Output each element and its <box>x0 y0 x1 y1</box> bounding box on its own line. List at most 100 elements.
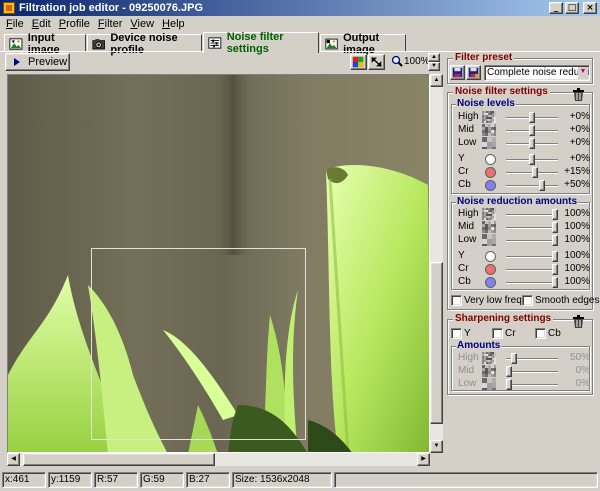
crop-rectangle[interactable] <box>91 248 306 440</box>
maximize-button[interactable]: □ <box>565 2 579 14</box>
scroll-up-arrow[interactable]: ▲ <box>430 74 443 87</box>
play-icon <box>14 58 20 66</box>
reduction-row-cr-label: Cr <box>458 263 469 274</box>
preview-button[interactable]: Preview <box>5 53 70 71</box>
sharpening-settings-title: Sharpening settings <box>453 313 554 324</box>
tab-output-image[interactable]: Output image <box>320 32 406 56</box>
trash-icon[interactable] <box>572 88 585 101</box>
preset-dropdown[interactable]: Complete noise reduction * ▼ <box>484 65 590 81</box>
noise-level-row-low-slider-thumb[interactable] <box>529 138 535 149</box>
tab-device-noise-profile[interactable]: Device noise profile <box>87 32 202 56</box>
high-noise-pattern-icon <box>482 352 496 364</box>
high-noise-pattern-icon <box>482 111 496 123</box>
very-low-freq-checkbox[interactable] <box>451 295 462 306</box>
noise-filter-settings-title: Noise filter settings <box>453 86 550 97</box>
reduction-row-cr-slider-thumb[interactable] <box>552 264 558 275</box>
reduction-row-high-label: High <box>458 208 479 219</box>
zoom-spinner[interactable]: ▲ ▼ <box>428 53 440 71</box>
sharpen-amount-row-mid: Mid 0% <box>450 365 590 378</box>
reduction-row-y-label: Y <box>458 250 465 261</box>
menu-view[interactable]: View <box>126 18 158 30</box>
reduction-row-cr-value: 100% <box>564 263 590 274</box>
sharpen-amount-row-low-slider-track[interactable] <box>506 384 558 386</box>
menu-file[interactable]: File <box>2 18 28 30</box>
zoom-level: 100% <box>404 56 430 67</box>
minimize-button[interactable]: _ <box>549 2 563 14</box>
noise-level-row-cr-value: +15% <box>564 166 590 177</box>
low-noise-pattern-icon <box>482 234 496 246</box>
noise-level-row-mid-slider-thumb[interactable] <box>529 125 535 136</box>
vertical-scrollbar[interactable]: ▲ ▼ <box>430 74 443 453</box>
sharpen-amount-row-mid-slider-track[interactable] <box>506 371 558 373</box>
color-channels-icon[interactable] <box>350 54 367 70</box>
noise-level-row-cb-slider-thumb[interactable] <box>539 180 546 191</box>
low-noise-pattern-icon <box>482 137 496 149</box>
noise-level-row-y-slider-thumb[interactable] <box>529 154 535 165</box>
save-as-preset-icon[interactable] <box>466 65 481 80</box>
reduction-row-mid: Mid 100% <box>450 221 590 234</box>
reduction-row-high-slider-thumb[interactable] <box>552 209 558 220</box>
noise-level-row-y-value: +0% <box>569 153 590 164</box>
tab-noise-filter-settings[interactable]: Noise filter settings <box>203 31 319 55</box>
reduction-row-high-value: 100% <box>564 208 590 219</box>
noise-level-row-y: Y +0% <box>450 153 590 166</box>
app-icon <box>3 2 15 14</box>
noise-level-row-cr-label: Cr <box>458 166 469 177</box>
reduction-row-high-slider-track[interactable] <box>506 214 558 216</box>
noise-level-row-high-slider-thumb[interactable] <box>529 112 535 123</box>
noise-level-row-cb: Cb +50% <box>450 179 590 192</box>
reduction-row-y-slider-track[interactable] <box>506 256 558 258</box>
chevron-down-icon[interactable]: ▼ <box>578 67 588 79</box>
noise-level-row-low: Low +0% <box>450 137 590 150</box>
zoom-up-button[interactable]: ▲ <box>428 53 440 62</box>
tab-noise-filter-settings-label: Noise filter settings <box>226 31 284 55</box>
smooth-edges-checkbox[interactable] <box>522 295 533 306</box>
sharpen-amount-row-low-slider-thumb[interactable] <box>506 379 512 390</box>
reduction-row-cb-slider-thumb[interactable] <box>552 277 558 288</box>
reduction-row-mid-slider-track[interactable] <box>506 227 558 229</box>
reduction-row-low: Low 100% <box>450 234 590 247</box>
noise-levels-title: Noise levels <box>456 98 516 109</box>
image-preview[interactable] <box>7 74 430 453</box>
menu-profile[interactable]: Profile <box>55 18 94 30</box>
noise-level-row-y-label: Y <box>458 153 465 164</box>
reduction-row-mid-slider-thumb[interactable] <box>552 222 558 233</box>
sharpen-cr-checkbox[interactable] <box>492 328 503 339</box>
reduction-row-cr-slider-track[interactable] <box>506 269 558 271</box>
reduction-row-low-slider-track[interactable] <box>506 240 558 242</box>
sharpen-amount-row-high-slider-thumb[interactable] <box>510 353 517 364</box>
menu-help[interactable]: Help <box>158 18 189 30</box>
reduction-row-y-slider-thumb[interactable] <box>552 251 558 262</box>
scroll-down-arrow[interactable]: ▼ <box>430 440 443 453</box>
sharpen-y-checkbox[interactable] <box>451 328 462 339</box>
trash-icon[interactable] <box>572 315 585 328</box>
reduction-row-cr: Cr 100% <box>450 263 590 276</box>
horizontal-scrollbar[interactable]: ◀ ▶ <box>7 453 430 466</box>
noise-level-row-cr: Cr +15% <box>450 166 590 179</box>
noise-level-row-mid: Mid +0% <box>450 124 590 137</box>
reduction-row-low-label: Low <box>458 234 477 245</box>
sharpen-cb-checkbox[interactable] <box>535 328 546 339</box>
magnifier-icon[interactable] <box>391 55 403 67</box>
zoom-down-button[interactable]: ▼ <box>428 62 440 71</box>
reduction-row-mid-label: Mid <box>458 221 475 232</box>
scroll-right-arrow[interactable]: ▶ <box>417 453 430 466</box>
vertical-scroll-thumb[interactable] <box>430 262 443 424</box>
noise-level-row-mid-value: +0% <box>569 124 590 135</box>
sharpen-amount-row-mid-slider-thumb[interactable] <box>506 366 512 377</box>
save-preset-icon[interactable] <box>450 65 465 80</box>
horizontal-scroll-thumb[interactable] <box>23 453 215 466</box>
close-button[interactable]: × <box>583 2 597 14</box>
filter-settings-icon <box>208 37 222 49</box>
reduction-row-low-slider-thumb[interactable] <box>552 235 558 246</box>
sharpen-cb-label: Cb <box>548 328 561 339</box>
fit-to-window-icon[interactable] <box>368 54 385 70</box>
tab-input-image[interactable]: Input image <box>4 32 86 56</box>
noise-level-row-cb-slider-track[interactable] <box>506 185 558 187</box>
reduction-row-cb-slider-track[interactable] <box>506 282 558 284</box>
scroll-left-arrow[interactable]: ◀ <box>7 453 20 466</box>
menu-edit[interactable]: Edit <box>28 18 55 30</box>
menu-filter[interactable]: Filter <box>94 18 126 30</box>
camera-icon <box>92 38 105 49</box>
noise-level-row-cr-slider-thumb[interactable] <box>532 167 539 178</box>
